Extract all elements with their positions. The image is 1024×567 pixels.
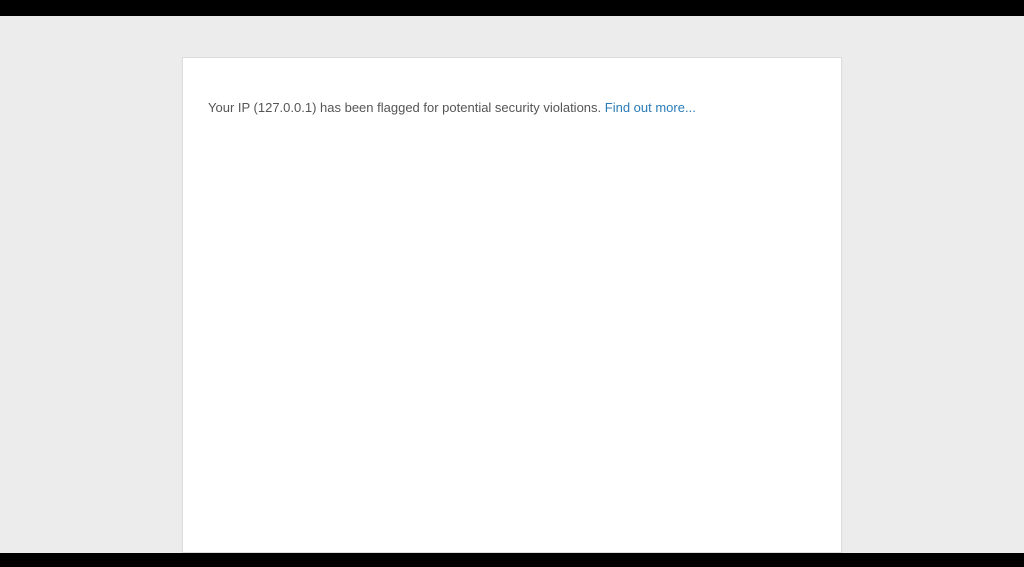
security-message: Your IP (127.0.0.1) has been flagged for… xyxy=(208,98,816,118)
letterbox-bottom xyxy=(0,553,1024,567)
message-text: Your IP (127.0.0.1) has been flagged for… xyxy=(208,100,605,115)
find-out-more-link[interactable]: Find out more... xyxy=(605,100,696,115)
content-area: Your IP (127.0.0.1) has been flagged for… xyxy=(0,16,1024,553)
letterbox-top xyxy=(0,0,1024,16)
security-message-box: Your IP (127.0.0.1) has been flagged for… xyxy=(182,57,842,553)
